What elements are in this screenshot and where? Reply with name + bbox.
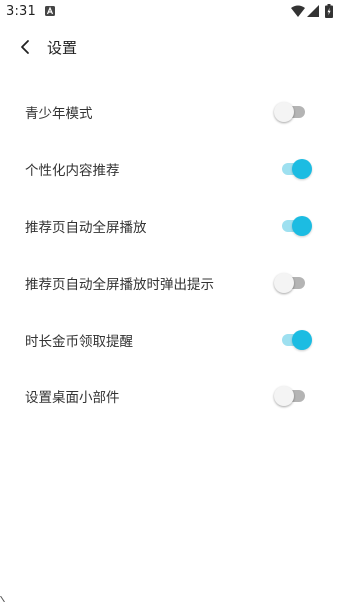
coin-reminder-toggle[interactable] [274, 329, 312, 351]
setting-row-personalized-recommendation[interactable]: 个性化内容推荐 [0, 141, 340, 198]
corner-mark [0, 596, 5, 602]
setting-row-autoplay-fullscreen-prompt[interactable]: 推荐页自动全屏播放时弹出提示 [0, 254, 340, 311]
switch-thumb [274, 386, 294, 407]
setting-label: 设置桌面小部件 [25, 390, 120, 407]
app-bar: 设置 [0, 30, 340, 64]
chevron-left-icon [21, 40, 29, 54]
battery-charging-icon [325, 4, 333, 18]
setting-row-coin-reminder[interactable]: 时长金币领取提醒 [0, 311, 340, 368]
settings-list: 青少年模式 个性化内容推荐 推荐页自动全屏播放 推荐页自动全屏播放时弹出提示 时… [0, 84, 340, 425]
desktop-widget-toggle[interactable] [274, 385, 306, 407]
setting-row-autoplay-fullscreen[interactable]: 推荐页自动全屏播放 [0, 198, 340, 255]
teen-mode-toggle[interactable] [274, 101, 306, 123]
personalized-recommendation-toggle[interactable] [274, 158, 312, 180]
switch-thumb [292, 329, 312, 350]
signal-icon [307, 5, 319, 17]
status-time: 3:31 [6, 4, 36, 19]
autoplay-fullscreen-toggle[interactable] [274, 215, 312, 237]
wifi-icon [291, 5, 305, 17]
switch-thumb [292, 215, 312, 236]
switch-thumb [292, 159, 312, 180]
switch-thumb [274, 272, 294, 293]
switch-thumb [274, 102, 294, 123]
setting-row-desktop-widget[interactable]: 设置桌面小部件 [0, 368, 340, 425]
page-title: 设置 [47, 39, 78, 57]
setting-row-teen-mode[interactable]: 青少年模式 [0, 84, 340, 141]
setting-label: 推荐页自动全屏播放 [25, 219, 147, 236]
setting-label: 推荐页自动全屏播放时弹出提示 [25, 276, 214, 293]
setting-label: 时长金币领取提醒 [25, 333, 133, 350]
setting-label: 青少年模式 [25, 106, 93, 123]
status-bar: 3:31 [0, 0, 340, 24]
setting-label: 个性化内容推荐 [25, 163, 120, 180]
notification-icon [45, 6, 55, 16]
back-button[interactable] [14, 34, 38, 60]
autoplay-fullscreen-prompt-toggle[interactable] [274, 272, 306, 294]
